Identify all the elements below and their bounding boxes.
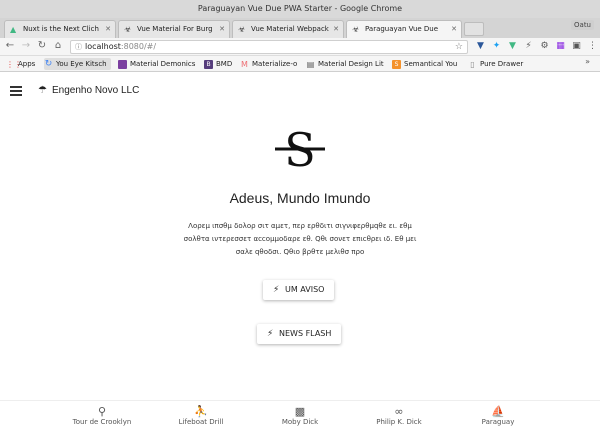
- warning-button[interactable]: ⚡ UM AVISO: [263, 280, 335, 300]
- back-arrow-icon[interactable]: ←: [4, 40, 16, 52]
- biohazard-icon: ☣: [124, 25, 132, 34]
- close-icon[interactable]: ✕: [333, 21, 339, 37]
- bookmark-label: Materialize-o: [252, 60, 298, 68]
- bolt-icon: ⚡: [273, 285, 280, 295]
- bookmark-material-design-lite[interactable]: ▤ Material Design Lit: [306, 58, 384, 70]
- url-host: localhost: [85, 42, 121, 51]
- file-icon: ▯: [470, 60, 475, 69]
- tab-label: Vue Material Webpack: [251, 25, 329, 33]
- apps-grid-icon: ⋮⋮: [6, 60, 22, 69]
- gear-extension-icon[interactable]: ⚙: [539, 41, 550, 52]
- nav-label: Lifeboat Drill: [178, 418, 224, 426]
- bookmark-label: You Eye Kitsch: [56, 60, 107, 68]
- window-title-bar: Paraguayan Vue Due PWA Starter - Google …: [0, 0, 600, 18]
- window-title: Paraguayan Vue Due PWA Starter - Google …: [197, 4, 403, 13]
- reload-icon: ↻: [44, 59, 53, 69]
- bookmark-star-icon[interactable]: ☆: [455, 41, 463, 53]
- biohazard-icon: ☣: [238, 25, 246, 34]
- url-path: :8080/#/: [120, 42, 157, 51]
- doc-extension-icon[interactable]: ▣: [571, 41, 582, 52]
- bolt-icon: ⚡: [267, 329, 274, 339]
- nav-philip-k-dick[interactable]: ∞ Philip K. Dick: [349, 405, 449, 426]
- brand-title: Engenho Novo LLC: [52, 85, 140, 96]
- vue-icon[interactable]: ▼: [507, 41, 518, 52]
- nav-label: Paraguay: [481, 418, 515, 426]
- brand-umbrella-icon: ☂: [38, 85, 47, 96]
- bookmark-label: Material Demonics: [130, 60, 196, 68]
- bookmark-label: Material Design Lit: [318, 60, 384, 68]
- forward-arrow-icon[interactable]: →: [20, 40, 32, 52]
- bookmark-semantical-you[interactable]: S Semantical You: [392, 58, 457, 70]
- more-bookmarks-icon[interactable]: »: [585, 57, 590, 66]
- menu-dots-icon[interactable]: ⋮: [587, 41, 598, 52]
- tab-vue-material-burg[interactable]: ☣ Vue Material For Burg ✕: [118, 20, 230, 38]
- home-icon[interactable]: ⌂: [52, 40, 64, 52]
- b-icon: B: [204, 60, 213, 69]
- tab-vue-material-webpack[interactable]: ☣ Vue Material Webpack ✕: [232, 20, 344, 38]
- close-icon[interactable]: ✕: [451, 21, 457, 37]
- book-icon: ▩: [294, 405, 306, 418]
- vue-devtools-icon[interactable]: ▼: [475, 41, 486, 52]
- tab-paraguayan-vue-due[interactable]: ☣ Paraguayan Vue Due ✕: [346, 20, 462, 38]
- logo-letter: S: [284, 123, 316, 172]
- hamburger-menu-icon[interactable]: [10, 86, 22, 96]
- nav-label: Moby Dick: [281, 418, 319, 426]
- biohazard-icon: ☣: [352, 25, 360, 34]
- app-page: ☂ Engenho Novo LLC S Adeus, Mundo Imundo…: [0, 72, 600, 435]
- s-icon: S: [392, 60, 401, 69]
- tab-label: Nuxt is the Next Clich: [23, 25, 99, 33]
- brand-logo: S: [275, 123, 325, 172]
- twitter-icon[interactable]: ✦: [491, 41, 502, 52]
- reload-icon[interactable]: ↻: [36, 40, 48, 52]
- m-icon: M: [241, 60, 248, 69]
- url-input[interactable]: ⓘ localhost:8080/#/ ☆: [70, 40, 468, 54]
- tab-label: Vue Material For Burg: [137, 25, 213, 33]
- bookmark-you-eye-kitsch[interactable]: ↻ You Eye Kitsch: [44, 58, 111, 70]
- tab-label: Paraguayan Vue Due: [365, 25, 439, 33]
- page-heading: Adeus, Mundo Imundo: [229, 190, 371, 206]
- nav-moby-dick[interactable]: ▩ Moby Dick: [250, 405, 350, 426]
- bolt-extension-icon[interactable]: ⚡: [523, 41, 534, 52]
- news-flash-button-label: NEWS FLASH: [279, 329, 332, 338]
- nav-label: Philip K. Dick: [376, 418, 422, 426]
- bookmark-bmd[interactable]: B BMD: [204, 58, 232, 70]
- bicycle-icon: ⚲: [97, 405, 107, 418]
- grid-extension-icon[interactable]: ▦: [555, 41, 566, 52]
- bottom-navigation: ⚲ Tour de Crooklyn ⛹ Lifeboat Drill ▩ Mo…: [0, 400, 600, 435]
- bookmark-apps[interactable]: ⋮⋮ Apps: [6, 58, 35, 70]
- infinity-icon: ∞: [394, 405, 404, 418]
- tab-strip: ▲ Nuxt is the Next Clich ✕ ☣ Vue Materia…: [0, 18, 600, 38]
- bookmark-label: Pure Drawer: [480, 60, 524, 68]
- doc-icon: ▤: [306, 60, 315, 69]
- bookmark-materialize[interactable]: M Materialize-o: [240, 58, 297, 70]
- bookmark-label: Semantical You: [404, 60, 458, 68]
- close-icon[interactable]: ✕: [219, 21, 225, 37]
- bookmark-label: BMD: [216, 60, 233, 68]
- bookmarks-bar: ⋮⋮ Apps ↻ You Eye Kitsch Material Demoni…: [0, 56, 600, 72]
- nav-paraguay[interactable]: ⛵ Paraguay: [448, 405, 548, 426]
- close-icon[interactable]: ✕: [105, 21, 111, 37]
- nuxt-icon: ▲: [10, 25, 17, 34]
- running-icon: ⛹: [194, 405, 208, 418]
- news-flash-button[interactable]: ⚡ NEWS FLASH: [257, 324, 342, 344]
- nav-tour-de-crooklyn[interactable]: ⚲ Tour de Crooklyn: [52, 405, 152, 426]
- user-badge[interactable]: Oatu: [571, 20, 594, 30]
- warning-button-label: UM AVISO: [285, 285, 325, 294]
- nav-label: Tour de Crooklyn: [72, 418, 132, 426]
- nav-lifeboat-drill[interactable]: ⛹ Lifeboat Drill: [151, 405, 251, 426]
- new-tab-button[interactable]: [464, 22, 484, 36]
- purple-square-icon: [118, 60, 127, 69]
- intro-paragraph: Λορεμ ιπσθμ δολορ σιτ αμετ, περ ερθδιτι …: [183, 222, 417, 256]
- address-bar-row: ← → ↻ ⌂ ⓘ localhost:8080/#/ ☆ ▼ ✦ ▼ ⚡ ⚙ …: [0, 38, 600, 56]
- bookmark-material-demonics[interactable]: Material Demonics: [118, 58, 195, 70]
- info-icon[interactable]: ⓘ: [75, 41, 82, 53]
- rowing-icon: ⛵: [491, 405, 505, 418]
- tab-nuxt[interactable]: ▲ Nuxt is the Next Clich ✕: [4, 20, 116, 38]
- bookmark-pure-drawer[interactable]: ▯ Pure Drawer: [468, 58, 523, 70]
